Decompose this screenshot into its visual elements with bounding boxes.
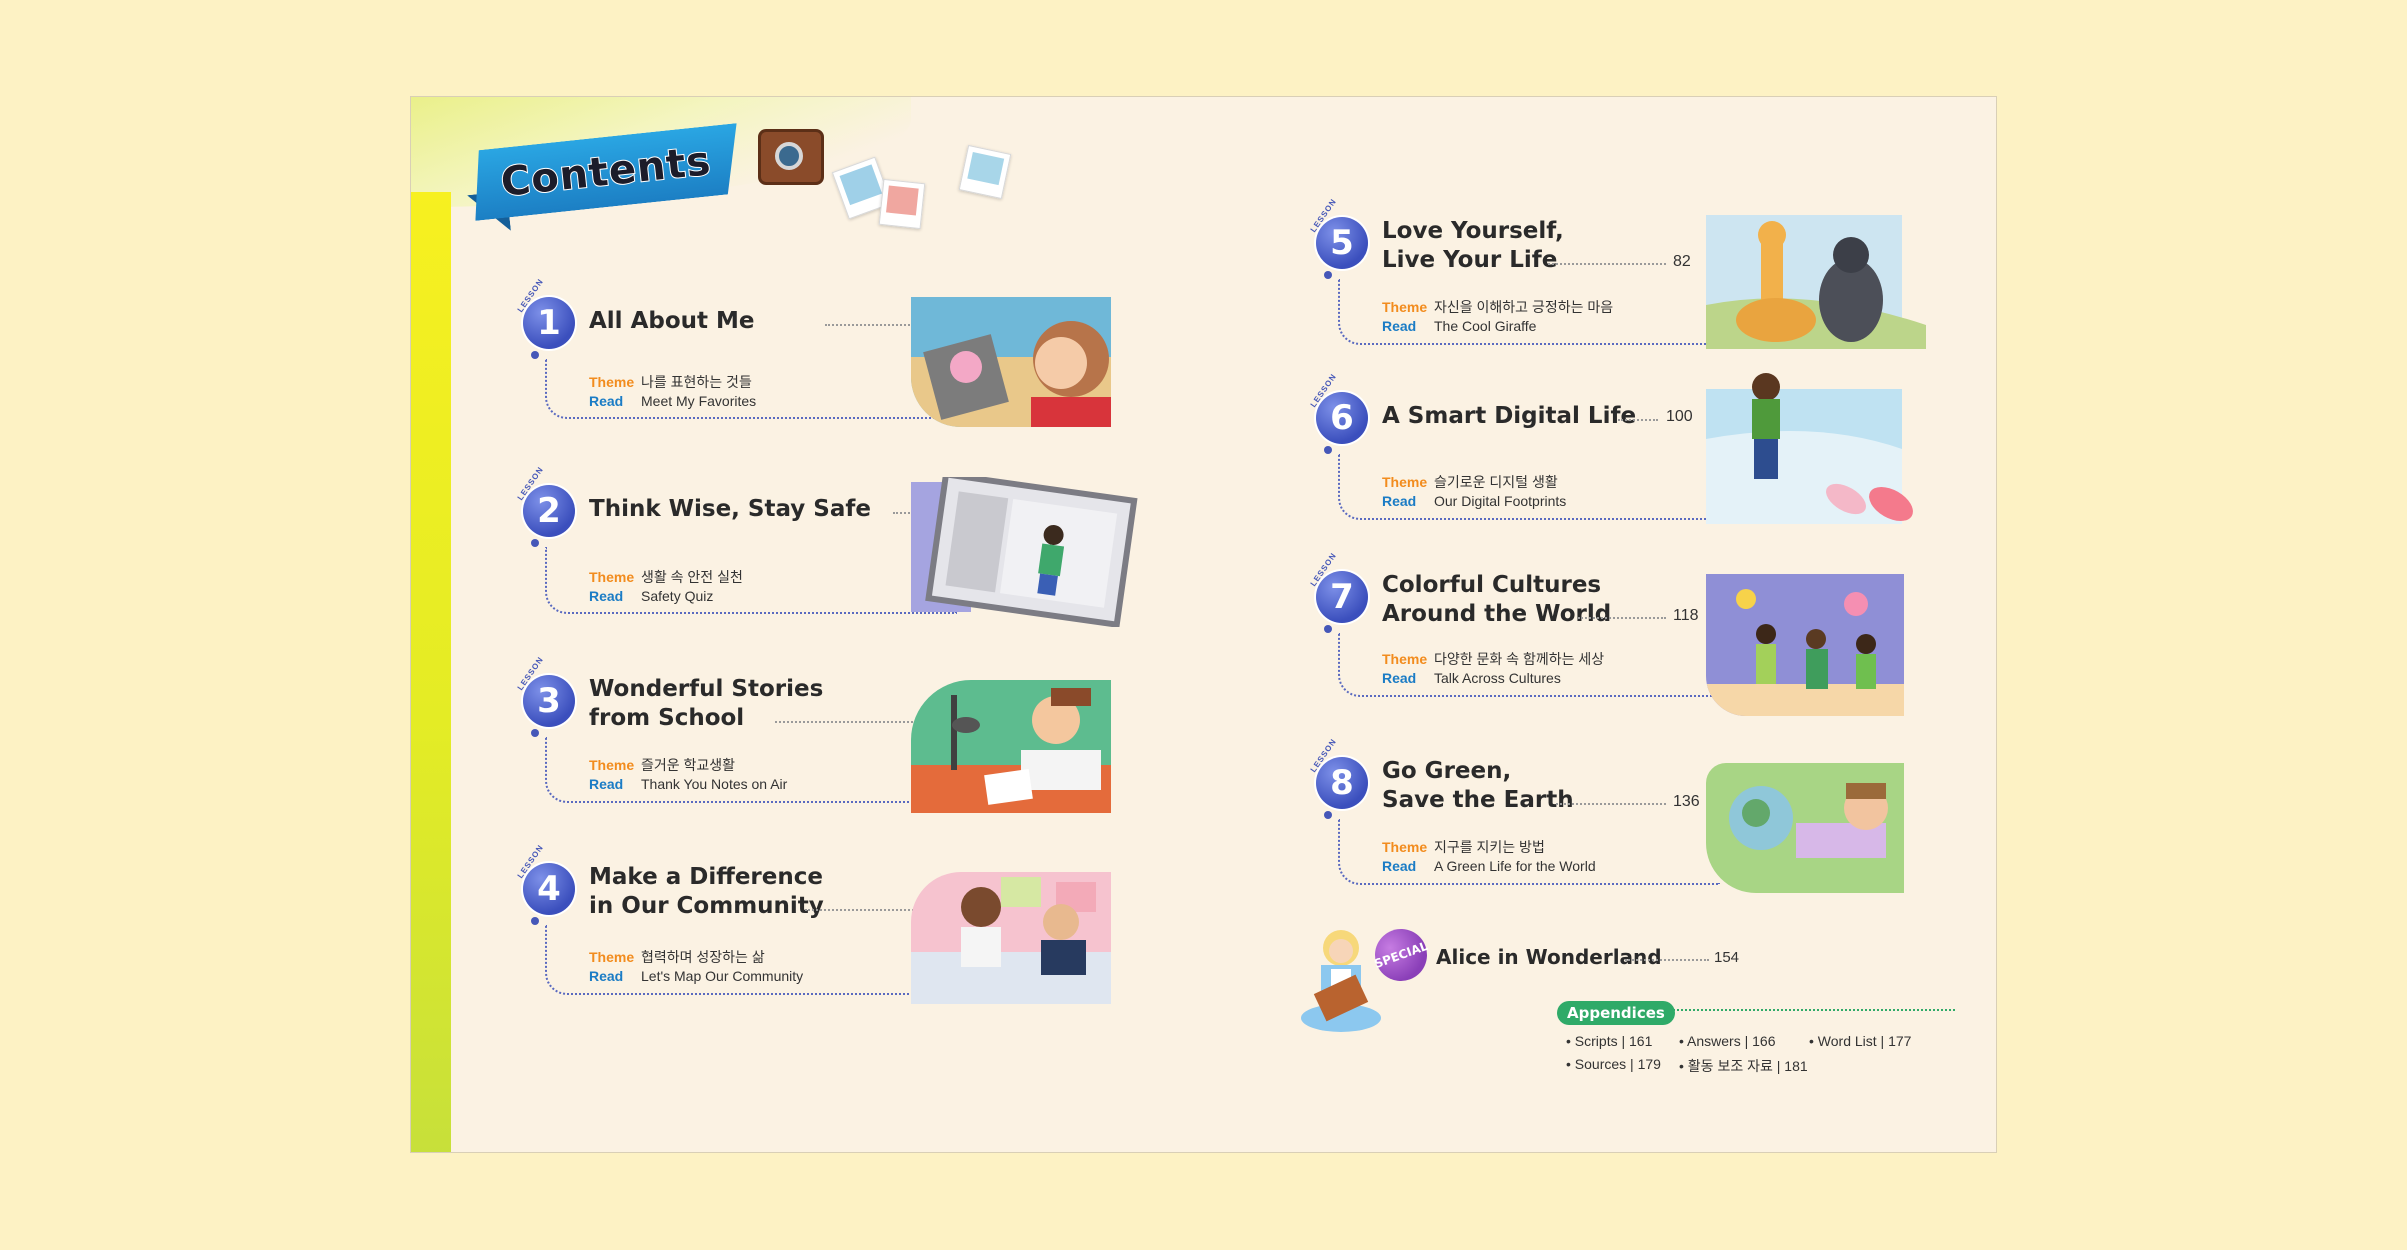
lesson-title: Make a Difference in Our Community: [589, 864, 824, 919]
lesson-page: 136: [1673, 793, 1700, 810]
lesson-1-illustration: [911, 297, 1111, 427]
photo-icon: [958, 144, 1012, 200]
special-title[interactable]: Alice in Wonderland: [1436, 943, 1662, 972]
lesson-page: 82: [1673, 253, 1691, 270]
appendix-item[interactable]: • Sources | 179: [1566, 1056, 1661, 1072]
alice-illustration: [1296, 923, 1386, 1038]
contents-page: Contents LESSON 1 All About Me 10 Theme나…: [410, 96, 1997, 1153]
lesson-title: All About Me: [589, 308, 755, 334]
lesson-number-badge: 5: [1316, 217, 1368, 269]
appendix-item[interactable]: • Scripts | 161: [1566, 1033, 1652, 1049]
lesson-7-illustration: [1706, 574, 1904, 716]
lesson-title: Colorful Cultures Around the World: [1382, 572, 1612, 627]
lesson-8-illustration: [1706, 763, 1904, 893]
photo-icon: [878, 178, 926, 230]
lesson-number-badge: 1: [523, 297, 575, 349]
appendix-item[interactable]: • 활동 보조 자료 | 181: [1679, 1056, 1808, 1076]
lesson-2-illustration: [911, 477, 1141, 627]
lesson-number-badge: 8: [1316, 757, 1368, 809]
side-stripe: [411, 192, 451, 1152]
appendices-label: Appendices: [1557, 1001, 1675, 1025]
lesson-title: Wonderful Stories from School: [589, 676, 824, 731]
lesson-6-illustration: [1706, 369, 1936, 534]
special-page: 154: [1714, 949, 1740, 966]
lesson-4-illustration: [911, 872, 1111, 1004]
lesson-3-illustration: [911, 680, 1111, 813]
lesson-number-badge: 6: [1316, 392, 1368, 444]
lesson-number-badge: 7: [1316, 571, 1368, 623]
lesson-5-illustration: [1706, 215, 1926, 349]
lesson-title: Think Wise, Stay Safe: [589, 496, 871, 522]
lesson-number-badge: 3: [523, 675, 575, 727]
appendix-item[interactable]: • Answers | 166: [1679, 1033, 1776, 1049]
camera-icon: [758, 129, 824, 185]
lesson-title: Go Green, Save the Earth: [1382, 758, 1574, 813]
lesson-title: Love Yourself, Live Your Life: [1382, 218, 1564, 273]
lesson-number-badge: 2: [523, 485, 575, 537]
lesson-page: 118: [1673, 607, 1699, 624]
lesson-title: A Smart Digital Life: [1382, 403, 1637, 429]
lesson-page: 100: [1666, 408, 1693, 425]
appendix-item[interactable]: • Word List | 177: [1809, 1033, 1911, 1049]
lesson-number-badge: 4: [523, 863, 575, 915]
